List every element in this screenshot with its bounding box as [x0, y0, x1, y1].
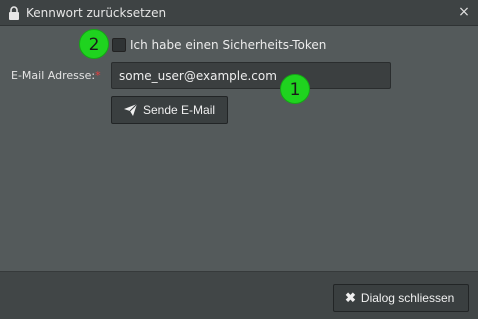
dialog-content: 2 Ich habe einen Sicherheits-Token E-Mai… — [0, 27, 478, 271]
x-icon: ✖ — [345, 290, 356, 305]
email-field[interactable] — [111, 62, 391, 89]
close-dialog-button[interactable]: ✖ Dialog schliessen — [333, 284, 469, 312]
dialog-footer: ✖ Dialog schliessen — [0, 271, 478, 319]
security-token-checkbox[interactable] — [112, 38, 126, 52]
send-email-label: Sende E-Mail — [143, 103, 216, 117]
annotation-marker-1: 1 — [280, 74, 310, 104]
send-email-button[interactable]: Sende E-Mail — [111, 96, 228, 124]
required-mark: * — [95, 69, 101, 82]
annotation-marker-2: 2 — [79, 29, 109, 59]
email-label: E-Mail Adresse:* — [11, 69, 101, 82]
dialog-title: Kennwort zurücksetzen — [26, 6, 167, 20]
dialog-titlebar: Kennwort zurücksetzen × — [0, 0, 478, 26]
security-token-label[interactable]: Ich habe einen Sicherheits-Token — [130, 38, 326, 52]
close-dialog-label: Dialog schliessen — [360, 291, 455, 305]
close-icon[interactable]: × — [456, 4, 472, 20]
paper-plane-icon — [124, 104, 137, 116]
lock-icon — [9, 6, 19, 20]
reset-password-dialog: Kennwort zurücksetzen × 2 Ich habe einen… — [0, 0, 478, 319]
